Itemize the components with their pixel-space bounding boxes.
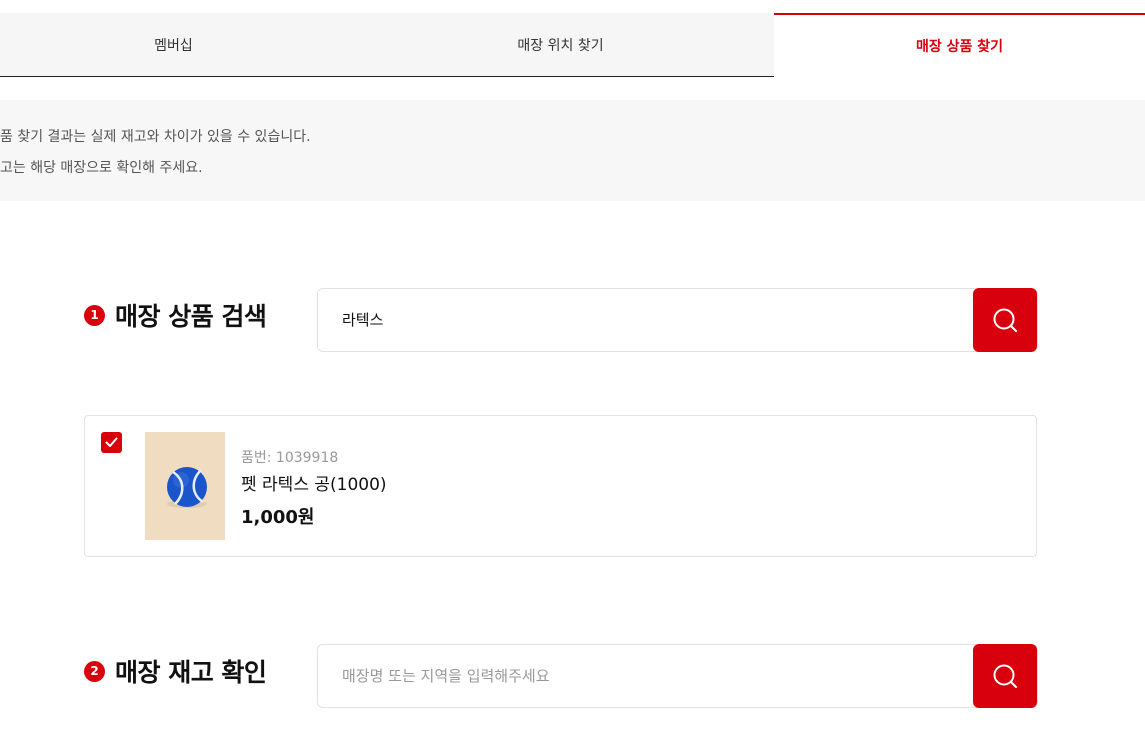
product-thumbnail	[145, 432, 225, 540]
step-number-badge: 2	[84, 660, 105, 682]
section-product-search-title: 1 매장 상품 검색	[84, 297, 267, 333]
search-icon	[993, 308, 1017, 332]
notice-box: 품 찾기 결과는 실제 재고와 차이가 있을 수 있습니다. 고는 해당 매장으…	[0, 100, 1145, 201]
section-title: 매장 재고 확인	[115, 658, 267, 687]
section-title: 매장 상품 검색	[115, 302, 267, 331]
notice-line-1: 품 찾기 결과는 실제 재고와 차이가 있을 수 있습니다.	[0, 129, 311, 145]
product-price: 1,000원	[241, 507, 315, 528]
checkmark-icon	[105, 437, 118, 447]
section-stock-check-title: 2 매장 재고 확인	[84, 653, 267, 689]
tab-store-products[interactable]: 매장 상품 찾기	[774, 13, 1145, 77]
tennis-ball-image	[167, 467, 207, 508]
step-number-badge: 1	[84, 304, 105, 326]
product-search-input[interactable]: 라텍스	[317, 288, 1038, 352]
product-search: 라텍스	[317, 288, 1038, 352]
product-name[interactable]: 펫 라텍스 공(1000)	[241, 470, 387, 495]
tab-membership[interactable]: 멤버십	[0, 13, 347, 77]
tab-store-location[interactable]: 매장 위치 찾기	[347, 13, 775, 77]
product-code: 품번: 1039918	[241, 450, 339, 466]
tab-bar: 멤버십 매장 위치 찾기 매장 상품 찾기	[0, 13, 1145, 77]
product-result-card[interactable]: 품번: 1039918 펫 라텍스 공(1000) 1,000원	[84, 415, 1037, 557]
product-search-value: 라텍스	[342, 311, 384, 329]
store-search-input[interactable]: 매장명 또는 지역을 입력해주세요	[317, 644, 1038, 708]
search-icon	[993, 664, 1017, 688]
product-search-button[interactable]	[973, 288, 1037, 352]
notice-line-2: 고는 해당 매장으로 확인해 주세요.	[0, 160, 203, 176]
store-search: 매장명 또는 지역을 입력해주세요	[317, 644, 1038, 708]
store-search-button[interactable]	[973, 644, 1037, 708]
product-select-checkbox[interactable]	[101, 432, 122, 453]
store-search-placeholder: 매장명 또는 지역을 입력해주세요	[342, 667, 550, 685]
